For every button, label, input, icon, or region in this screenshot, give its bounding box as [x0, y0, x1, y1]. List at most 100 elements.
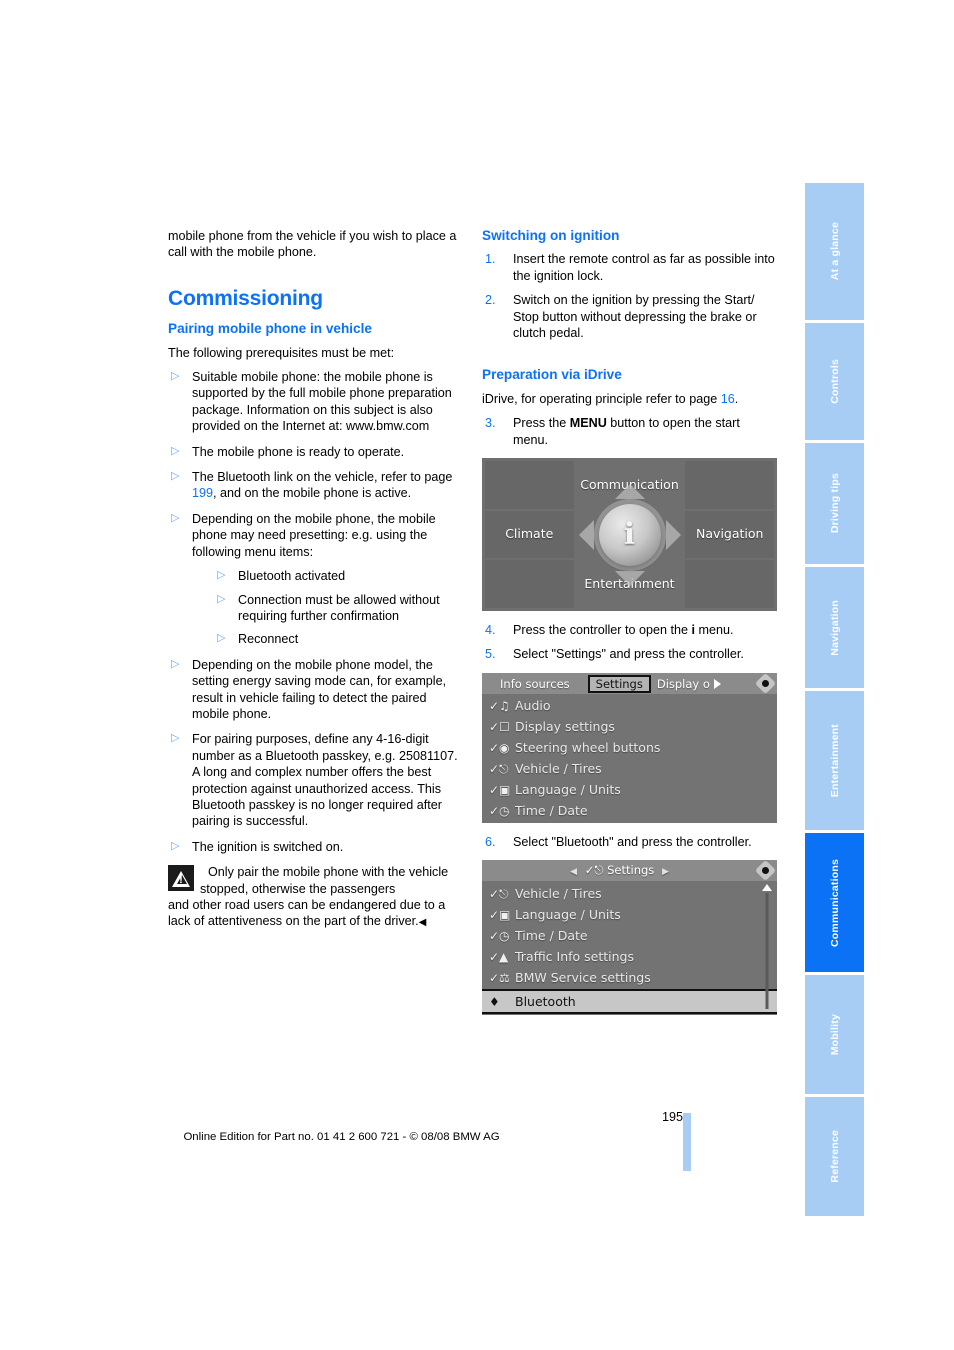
sidebar-item-navigation[interactable]: Navigation [805, 567, 864, 691]
step-item: 3. Press the MENU button to open the sta… [482, 415, 777, 448]
subsection-title: Pairing mobile phone in vehicle [168, 321, 372, 337]
tab-display[interactable]: Display o [652, 674, 753, 693]
step-number: 1. [485, 252, 496, 267]
list-item-label: Time / Date [515, 927, 588, 943]
list-item[interactable]: ✓♫ Audio [482, 696, 777, 717]
page-reference-link[interactable]: 199 [192, 486, 213, 500]
list-item[interactable]: ✓▣ Language / Units [482, 904, 777, 925]
menu-header-title: ◀ ✓⎋ Settings ▶ [484, 862, 755, 880]
list-item: Depending on the mobile phone model, the… [168, 656, 463, 723]
menu-header: ◀ ✓⎋ Settings ▶ [482, 860, 777, 882]
grid-cell-empty-tl [485, 461, 574, 509]
scroll-up-arrow-icon[interactable] [761, 884, 772, 892]
list-item[interactable]: ✓▲ Traffic Info settings [482, 946, 777, 967]
sidebar-item-communications[interactable]: Communications [805, 833, 864, 975]
step-number: 6. [485, 834, 496, 849]
step-text-before: Press the [513, 416, 570, 431]
prerequisites-list: Suitable mobile phone: the mobile phone … [168, 368, 463, 855]
sidebar-item-entertainment[interactable]: Entertainment [805, 691, 864, 833]
list-item: The mobile phone is ready to operate. [168, 443, 463, 460]
grid-cell-empty-tr [685, 461, 774, 509]
list-item[interactable]: ✓⎋ Vehicle / Tires [482, 759, 777, 780]
idrive-title: Preparation via iDrive [482, 367, 622, 383]
grid-cell-navigation[interactable]: Navigation [685, 510, 774, 559]
check-language-icon: ✓▣ [489, 907, 511, 922]
sidebar-item-driving-tips[interactable]: Driving tips [805, 443, 864, 567]
step-number: 3. [485, 416, 496, 431]
grid-cell-label: Communication [580, 476, 679, 492]
check-clock-icon: ✓◷ [489, 928, 510, 943]
list-item-selected[interactable]: ♦ Bluetooth [482, 989, 777, 1015]
step-item: 4. Press the controller to open the i me… [482, 622, 777, 638]
idrive-steps-4-5: 4. Press the controller to open the i me… [482, 622, 777, 663]
warning-triangle-icon: ! [168, 865, 194, 892]
page-number: 195 [661, 1110, 683, 1124]
bluetooth-icon: ♦ [489, 994, 500, 1009]
grid-cell-entertainment[interactable]: Entertainment [575, 560, 684, 609]
step-text: Insert the remote control as far as poss… [513, 252, 775, 283]
check-vehicle-icon: ✓⎋ [584, 862, 604, 877]
idrive-intro-before: iDrive, for operating principle refer to… [482, 391, 721, 406]
nested-list-item: Bluetooth activated [214, 567, 463, 584]
section-title: Commissioning [168, 286, 323, 310]
list-item[interactable]: ✓◷ Time / Date [482, 925, 777, 946]
nested-list-item-label: Reconnect [238, 632, 299, 647]
sidebar-item-reference[interactable]: Reference [805, 1097, 864, 1219]
controller-indicator-icon [754, 673, 776, 695]
chevron-right-icon: ▶ [661, 866, 669, 877]
list-item-label: Traffic Info settings [515, 948, 635, 964]
list-item-label: Steering wheel buttons [515, 740, 661, 756]
bluetooth-list: ✓⎋ Vehicle / Tires ✓▣ Language / Units ✓… [482, 881, 777, 1016]
list-item-label: Time / Date [515, 803, 588, 819]
sidebar-item-label: Mobility [828, 1013, 841, 1056]
list-item[interactable]: ✓▣ Language / Units [482, 780, 777, 801]
list-item[interactable]: ✓⚖ BMW Service settings [482, 967, 777, 988]
sidebar-item-controls[interactable]: Controls [805, 323, 864, 443]
list-item[interactable]: ✓⎋ Vehicle / Tires [482, 883, 777, 904]
tab-settings[interactable]: Settings [587, 674, 651, 693]
grid-cell-climate[interactable]: Climate [485, 510, 574, 559]
step-text: Switch on the ignition by pressing the S… [513, 293, 757, 341]
list-item-text: For pairing purposes, define any 4-16-di… [192, 732, 458, 829]
idrive-start-menu-screenshot: Communication Climate Navigation Enterta… [482, 458, 777, 612]
start-menu-grid: Communication Climate Navigation Enterta… [482, 458, 777, 612]
tab-info-sources[interactable]: Info sources [484, 674, 586, 693]
list-item-label: Display settings [515, 719, 615, 735]
list-item[interactable]: ✓☐ Display settings [482, 717, 777, 738]
sidebar-item-at-a-glance[interactable]: At a glance [805, 183, 864, 323]
list-item[interactable]: ✓◉ Steering wheel buttons [482, 738, 777, 759]
page-reference-link[interactable]: 16 [721, 392, 735, 406]
settings-tab-bar: Info sources Settings Display o [482, 672, 777, 695]
list-item-label: Vehicle / Tires [515, 885, 602, 901]
idrive-settings-screenshot: Info sources Settings Display o ✓♫ Audio… [482, 672, 777, 823]
sidebar-item-label: At a glance [828, 222, 841, 281]
tab-label: Info sources [500, 676, 570, 691]
list-item-text-tail: , and on the mobile phone is active. [213, 486, 412, 501]
sidebar-item-label: Driving tips [828, 473, 841, 534]
manual-page: mobile phone from the vehicle if you wis… [0, 0, 954, 1350]
sidebar-item-label: Reference [828, 1130, 841, 1183]
check-clock-icon: ✓◷ [489, 804, 510, 819]
nested-list-item-label: Connection must be allowed without requi… [238, 592, 440, 623]
sidebar-item-mobility[interactable]: Mobility [805, 975, 864, 1097]
bluetooth-menu: ◀ ✓⎋ Settings ▶ ✓⎋ Vehicle / Tires ✓▣ La… [482, 860, 777, 1016]
tab-label: Display o [656, 676, 710, 691]
controller-indicator-icon [754, 860, 776, 882]
grid-cell-empty-br [685, 560, 774, 609]
sidebar-item-label: Controls [828, 359, 841, 404]
list-item-text: The ignition is switched on. [192, 839, 344, 854]
scrollbar-track[interactable] [765, 893, 768, 1010]
check-audio-icon: ✓♫ [489, 699, 510, 714]
nested-menu-items-list: Bluetooth activated Connection must be a… [214, 567, 463, 648]
right-column: Switching on ignition 1. Insert the remo… [482, 228, 777, 1026]
scrollbar[interactable] [761, 884, 772, 1010]
idrive-step-3-group: 3. Press the MENU button to open the sta… [482, 415, 777, 448]
grid-cell-communication[interactable]: Communication [575, 461, 684, 509]
warning-text-continued-value: and other road users can be endangered d… [168, 898, 446, 929]
step-text: Select "Settings" and press the controll… [513, 647, 744, 662]
footer-text: Online Edition for Part no. 01 41 2 600 … [183, 1131, 500, 1143]
chevron-left-icon: ◀ [570, 866, 578, 877]
step-item: 2. Switch on the ignition by pressing th… [482, 292, 777, 341]
ignition-steps: 1. Insert the remote control as far as p… [482, 251, 777, 341]
list-item[interactable]: ✓◷ Time / Date [482, 801, 777, 822]
